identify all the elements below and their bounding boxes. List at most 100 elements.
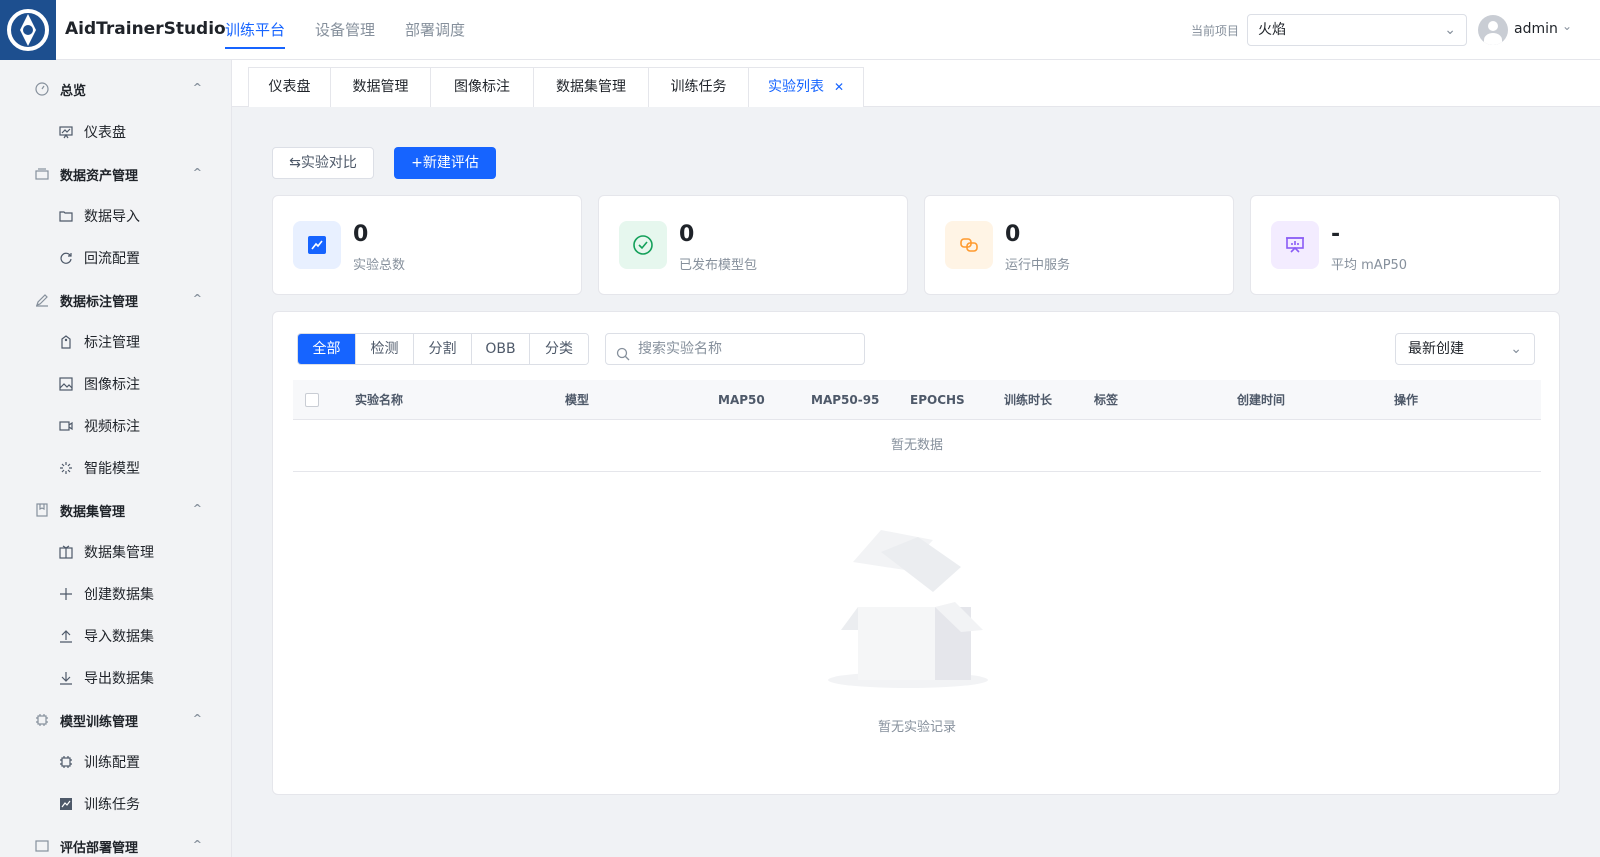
tab-data-management[interactable]: 数据管理 — [330, 67, 431, 107]
plus-icon: + — [411, 155, 423, 171]
column-header[interactable]: 标签 — [1094, 380, 1118, 420]
tab-image-annotation[interactable]: 图像标注 — [430, 67, 534, 107]
sidebar-item-import-dataset[interactable]: 导入数据集 — [0, 615, 231, 657]
search-placeholder: 搜索实验名称 — [638, 341, 722, 357]
stat-card-published-models: 0 已发布模型包 — [598, 195, 908, 295]
trend-chart-icon — [293, 221, 341, 269]
sidebar-item-dataset-management[interactable]: 数据集管理 — [0, 531, 231, 573]
chevron-up-icon: ^ — [192, 712, 202, 725]
presentation-icon — [58, 124, 74, 140]
sidebar-item-label: 仪表盘 — [84, 125, 126, 141]
sidebar-item-label: 数据集管理 — [84, 545, 154, 561]
nav-training-platform[interactable]: 训练平台 — [225, 0, 286, 60]
chevron-up-icon: ^ — [192, 838, 202, 851]
sidebar-item-label: 智能模型 — [84, 461, 140, 477]
filter-all[interactable]: 全部 — [298, 334, 356, 364]
chip-icon — [34, 712, 50, 728]
sidebar-item-label: 训练配置 — [84, 755, 140, 771]
chevron-down-icon: ⌄ — [1444, 22, 1456, 38]
gauge-icon — [34, 81, 50, 97]
column-header[interactable]: 模型 — [565, 380, 589, 420]
sidebar: 总览 ^ 仪表盘 数据资产管理 ^ 数据导入 回流配置 数据标注管理 ^ 标注管… — [0, 60, 232, 857]
column-header[interactable]: MAP50 — [718, 380, 765, 420]
tab-dataset-management[interactable]: 数据集管理 — [533, 67, 649, 107]
sidebar-item-label: 图像标注 — [84, 377, 140, 393]
plus-icon — [58, 586, 74, 602]
stat-card-total-experiments: 0 实验总数 — [272, 195, 582, 295]
chart-icon — [58, 796, 74, 812]
user-name[interactable]: admin — [1514, 21, 1558, 37]
search-input[interactable]: 搜索实验名称 — [605, 333, 865, 365]
filter-segmentation[interactable]: 分割 — [414, 334, 472, 364]
sidebar-item-create-dataset[interactable]: 创建数据集 — [0, 573, 231, 615]
avatar[interactable] — [1478, 15, 1508, 45]
new-evaluation-button[interactable]: +新建评估 — [394, 147, 496, 179]
compare-button[interactable]: ⇆实验对比 — [272, 147, 374, 179]
chevron-down-icon[interactable]: ⌄ — [1562, 19, 1572, 33]
sidebar-group-annotation[interactable]: 数据标注管理 ^ — [0, 279, 231, 321]
stat-value: 0 — [353, 222, 369, 247]
package-icon — [58, 544, 74, 560]
filter-classification[interactable]: 分类 — [530, 334, 588, 364]
filter-detection[interactable]: 检测 — [356, 334, 414, 364]
download-icon — [58, 670, 74, 686]
sidebar-item-label: 回流配置 — [84, 251, 140, 267]
sidebar-group-label: 数据集管理 — [60, 504, 126, 520]
column-header[interactable]: 创建时间 — [1237, 380, 1285, 420]
sidebar-group-overview[interactable]: 总览 ^ — [0, 68, 231, 110]
sidebar-item-annotation-management[interactable]: 标注管理 — [0, 321, 231, 363]
new-evaluation-button-label: 新建评估 — [422, 155, 479, 171]
project-select[interactable]: 火焰 ⌄ — [1247, 14, 1467, 46]
nav-deployment-scheduling[interactable]: 部署调度 — [405, 0, 465, 60]
tab-label: 实验列表 — [767, 79, 824, 95]
sort-select-value: 最新创建 — [1408, 341, 1464, 357]
top-header: AidTrainerStudio 训练平台 设备管理 部署调度 当前项目 火焰 … — [0, 0, 1600, 60]
app-name: AidTrainerStudio — [65, 19, 226, 39]
column-header[interactable]: MAP50-95 — [811, 380, 879, 420]
stat-card-running-services: 0 运行中服务 — [924, 195, 1234, 295]
sidebar-item-data-import[interactable]: 数据导入 — [0, 195, 231, 237]
sidebar-item-training-tasks[interactable]: 训练任务 — [0, 783, 231, 825]
sidebar-item-image-annotation[interactable]: 图像标注 — [0, 363, 231, 405]
tab-dashboard[interactable]: 仪表盘 — [248, 67, 331, 107]
sidebar-item-training-config[interactable]: 训练配置 — [0, 741, 231, 783]
sidebar-group-label: 模型训练管理 — [60, 714, 139, 730]
close-icon[interactable]: ✕ — [834, 80, 844, 94]
search-icon — [616, 342, 630, 372]
sparkle-icon — [58, 460, 74, 476]
sidebar-group-label: 数据资产管理 — [60, 168, 139, 184]
column-header[interactable]: EPOCHS — [910, 380, 965, 420]
chevron-down-icon: ⌄ — [1510, 341, 1522, 357]
sidebar-group-model-training[interactable]: 模型训练管理 ^ — [0, 699, 231, 741]
column-header[interactable]: 实验名称 — [355, 380, 403, 420]
tab-experiment-list[interactable]: 实验列表 ✕ — [748, 67, 864, 107]
sidebar-group-datasets[interactable]: 数据集管理 ^ — [0, 489, 231, 531]
chevron-up-icon: ^ — [192, 292, 202, 305]
tab-bar: 仪表盘 数据管理 图像标注 数据集管理 训练任务 实验列表 ✕ — [232, 60, 1600, 107]
sidebar-item-export-dataset[interactable]: 导出数据集 — [0, 657, 231, 699]
sidebar-group-data-assets[interactable]: 数据资产管理 ^ — [0, 153, 231, 195]
column-header[interactable]: 训练时长 — [1004, 380, 1052, 420]
check-circle-icon — [619, 221, 667, 269]
stat-card-average-map50: - 平均 mAP50 — [1250, 195, 1560, 295]
select-all-checkbox[interactable] — [305, 393, 319, 407]
sidebar-item-dashboard[interactable]: 仪表盘 — [0, 111, 231, 153]
chevron-up-icon: ^ — [192, 166, 202, 179]
video-icon — [58, 418, 74, 434]
sidebar-item-label: 数据导入 — [84, 209, 140, 225]
app-logo[interactable] — [0, 0, 56, 60]
nav-device-management[interactable]: 设备管理 — [315, 0, 375, 60]
stat-label: 已发布模型包 — [679, 258, 758, 273]
sidebar-item-backflow-config[interactable]: 回流配置 — [0, 237, 231, 279]
presentation-icon — [1271, 221, 1319, 269]
sidebar-item-label: 标注管理 — [84, 335, 140, 351]
experiment-list-panel: 全部 检测 分割 OBB 分类 搜索实验名称 最新创建 ⌄ 实验名称 模型 MA… — [272, 311, 1560, 795]
top-nav: 训练平台 设备管理 部署调度 — [225, 0, 495, 60]
filter-obb[interactable]: OBB — [472, 334, 530, 364]
tab-training-tasks[interactable]: 训练任务 — [648, 67, 749, 107]
sidebar-item-video-annotation[interactable]: 视频标注 — [0, 405, 231, 447]
refresh-icon — [58, 250, 74, 266]
sort-select[interactable]: 最新创建 ⌄ — [1395, 333, 1535, 365]
sidebar-group-eval-deploy[interactable]: 评估部署管理 ^ — [0, 825, 231, 857]
sidebar-item-smart-model[interactable]: 智能模型 — [0, 447, 231, 489]
